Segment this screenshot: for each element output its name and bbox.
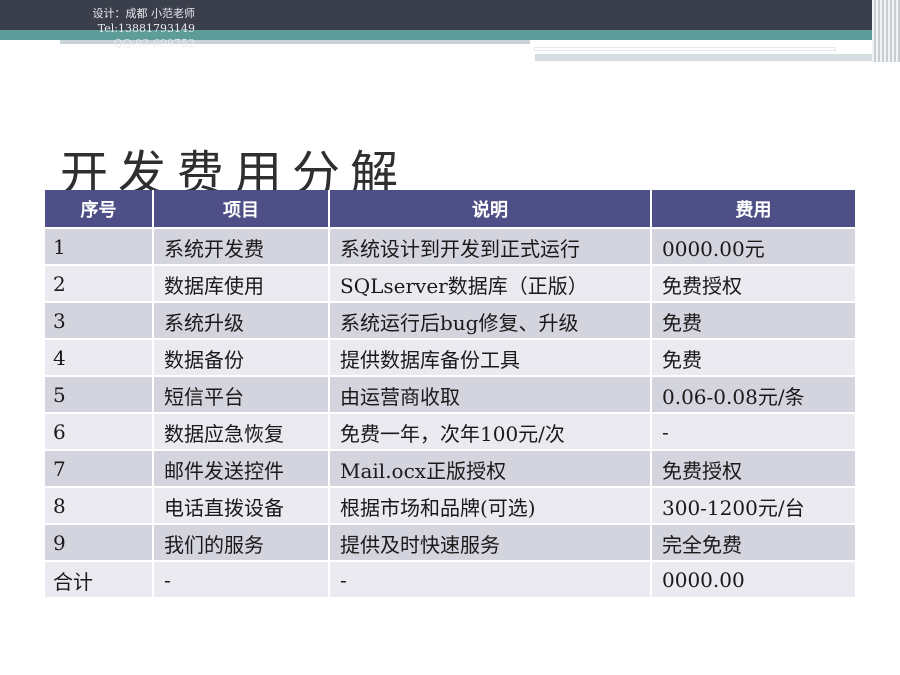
cell-cost: 0000.00元 [651,227,855,265]
cell-description: 提供及时快速服务 [329,523,652,561]
table-row: 7 邮件发送控件 Mail.ocx正版授权 免费授权 [45,449,855,487]
cell-description: 根据市场和品牌(可选) [329,486,652,524]
table-row: 3 系统升级 系统运行后bug修复、升级 免费 [45,301,855,339]
cell-index: 8 [45,486,154,524]
table-total-row: 合计 - - 0000.00 [45,560,855,597]
cell-description: - [329,560,652,597]
table-row: 4 数据备份 提供数据库备份工具 免费 [45,338,855,376]
cell-description: 提供数据库备份工具 [329,338,652,376]
table-row: 9 我们的服务 提供及时快速服务 完全免费 [45,523,855,561]
cell-description: 免费一年，次年100元/次 [329,412,652,450]
cell-cost: 免费 [651,301,855,339]
decor-stripes [872,0,900,62]
table-row: 2 数据库使用 SQLserver数据库（正版） 免费授权 [45,264,855,302]
cell-description: 系统运行后bug修复、升级 [329,301,652,339]
cell-index: 3 [45,301,154,339]
cell-cost: 300-1200元/台 [651,486,855,524]
cell-cost: 免费授权 [651,264,855,302]
cell-item: 数据应急恢复 [153,412,330,450]
table-row: 8 电话直拨设备 根据市场和品牌(可选) 300-1200元/台 [45,486,855,524]
designer-name: 设计：成都 小范老师 [92,7,196,20]
cell-item: - [153,560,330,597]
cell-index: 4 [45,338,154,376]
cell-cost: 完全免费 [651,523,855,561]
cell-item: 电话直拨设备 [153,486,330,524]
cell-index: 9 [45,523,154,561]
cell-total-label: 合计 [45,560,154,597]
cell-description: Mail.ocx正版授权 [329,449,652,487]
cell-item: 邮件发送控件 [153,449,330,487]
cell-item: 短信平台 [153,375,330,413]
cell-index: 5 [45,375,154,413]
cell-index: 2 [45,264,154,302]
table-row: 6 数据应急恢复 免费一年，次年100元/次 - [45,412,855,450]
table-row: 5 短信平台 由运营商收取 0.06-0.08元/条 [45,375,855,413]
decor-bar-right [535,54,875,61]
fee-table: 序号 项目 说明 费用 1 系统开发费 系统设计到开发到正式运行 0000.00… [45,190,855,597]
col-header-item: 项目 [153,190,330,228]
col-header-cost: 费用 [651,190,855,228]
cell-cost: 免费授权 [651,449,855,487]
cell-description: 系统设计到开发到正式运行 [329,227,652,265]
cell-index: 1 [45,227,154,265]
col-header-description: 说明 [329,190,652,228]
col-header-index: 序号 [45,190,154,228]
table-header-row: 序号 项目 说明 费用 [45,190,855,228]
table-row: 1 系统开发费 系统设计到开发到正式运行 0000.00元 [45,227,855,265]
designer-qq: QQ:93-699752 [113,37,195,50]
designer-tel: Tel:13881793149 [97,22,195,35]
cell-index: 7 [45,449,154,487]
cell-item: 系统开发费 [153,227,330,265]
cell-cost: - [651,412,855,450]
cell-item: 数据库使用 [153,264,330,302]
cell-total-cost: 0000.00 [651,560,855,597]
cell-cost: 0.06-0.08元/条 [651,375,855,413]
designer-credit: 设计：成都 小范老师 Tel:13881793149 QQ:93-699752 [90,6,196,51]
cell-cost: 免费 [651,338,855,376]
cell-item: 系统升级 [153,301,330,339]
cell-item: 数据备份 [153,338,330,376]
decor-line-right [535,48,835,50]
cell-item: 我们的服务 [153,523,330,561]
cell-description: 由运营商收取 [329,375,652,413]
cell-index: 6 [45,412,154,450]
cell-description: SQLserver数据库（正版） [329,264,652,302]
